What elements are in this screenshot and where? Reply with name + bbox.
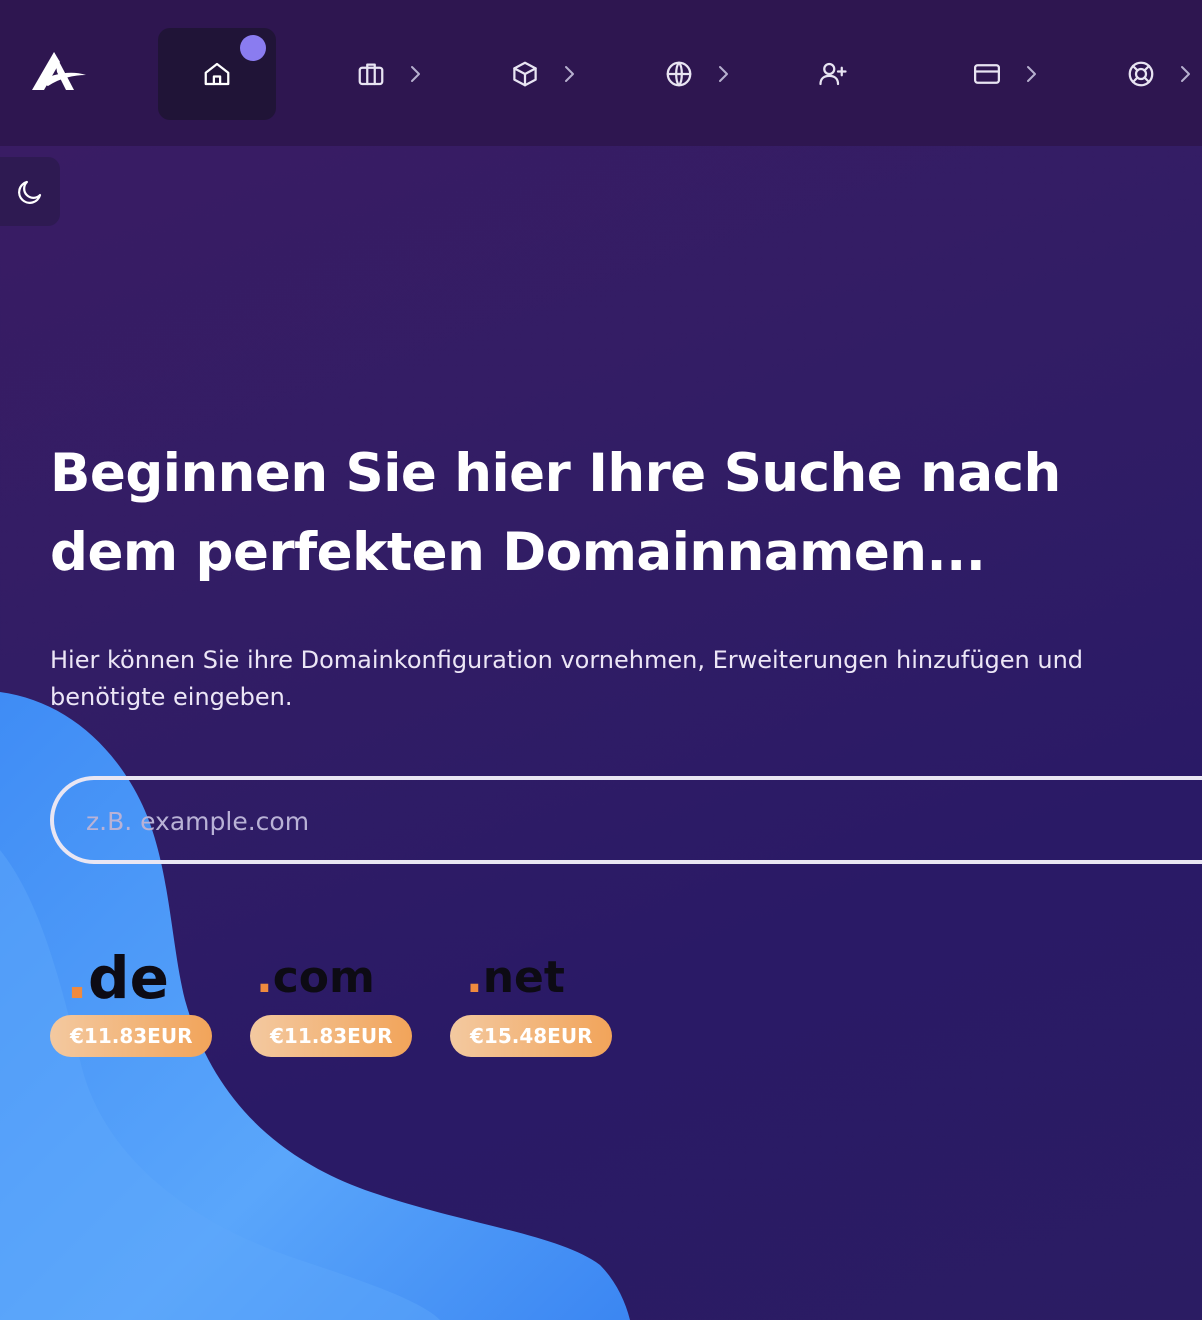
domain-search-box	[50, 776, 1202, 864]
notification-badge	[240, 35, 266, 61]
tld-price-badge: €15.48EUR	[450, 1015, 613, 1057]
domain-search-input[interactable]	[84, 780, 1188, 862]
tld-name: net	[482, 952, 565, 1003]
tld-label: .com	[256, 940, 416, 1016]
tld-dot: .	[466, 952, 483, 1003]
tld-label: .net	[466, 940, 626, 1016]
tld-dot: .	[256, 952, 273, 1003]
tld-dot: .	[66, 944, 89, 1012]
chevron-right-icon	[1181, 66, 1190, 82]
box-icon	[513, 61, 537, 87]
lifebuoy-icon	[1128, 61, 1154, 87]
brand-logo[interactable]	[30, 48, 88, 92]
tld-price-badge: €11.83EUR	[250, 1015, 413, 1057]
globe-icon	[666, 61, 692, 87]
user-plus-icon	[819, 62, 847, 86]
tld-price-badge: €11.83EUR	[50, 1015, 213, 1057]
chevron-right-icon	[411, 66, 420, 82]
tld-item-net[interactable]: .net €15.48EUR	[450, 940, 626, 1057]
briefcase-icon	[358, 63, 384, 86]
tld-item-de[interactable]: .de €11.83EUR	[50, 940, 226, 1057]
chevron-right-icon	[719, 66, 728, 82]
page-title: Beginnen Sie hier Ihre Suche nach dem pe…	[50, 443, 1061, 583]
tld-label: .de	[66, 940, 226, 1016]
nav-home[interactable]	[158, 28, 276, 120]
home-icon	[204, 62, 230, 86]
page-subtitle: Hier können Sie ihre Domainkonfiguration…	[50, 646, 1084, 711]
moon-icon	[18, 180, 42, 204]
tld-name: com	[272, 952, 375, 1003]
chevron-right-icon	[565, 66, 574, 82]
top-navigation	[0, 0, 1202, 146]
nav-register[interactable]	[774, 28, 892, 120]
chevron-right-icon	[1027, 66, 1036, 82]
tld-item-com[interactable]: .com €11.83EUR	[250, 940, 416, 1057]
tld-name: de	[88, 944, 169, 1012]
theme-toggle-button[interactable]	[0, 157, 60, 226]
credit-card-icon	[974, 64, 1000, 84]
